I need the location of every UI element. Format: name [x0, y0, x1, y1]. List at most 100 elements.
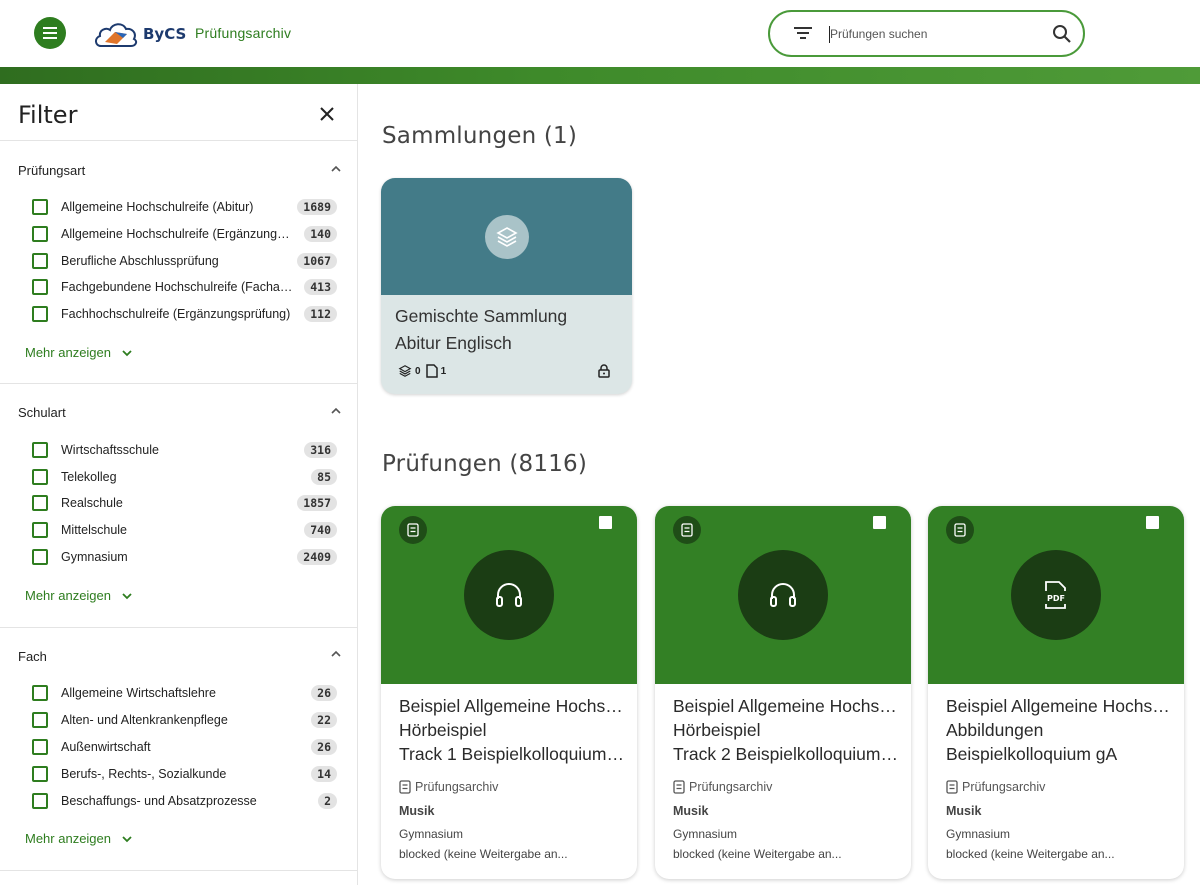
close-icon[interactable]: [317, 104, 337, 124]
cloud-logo-icon: [95, 23, 138, 47]
filter-option[interactable]: Wirtschaftsschule 316: [32, 440, 337, 460]
chevron-up-icon[interactable]: [330, 648, 342, 660]
filter-option[interactable]: Fachgebundene Hochschulreife (Fachabitur…: [32, 277, 337, 297]
show-more-button[interactable]: Mehr anzeigen: [25, 345, 133, 360]
option-label: Außenwirtschaft: [61, 740, 151, 754]
exams-heading: Prüfungen (8116): [382, 451, 588, 477]
section-title-fach[interactable]: Fach: [18, 649, 47, 664]
filter-option[interactable]: Beschaffungs- und Absatzprozesse 2: [32, 791, 337, 811]
exam-subject: Musik: [399, 804, 435, 818]
checkbox[interactable]: [32, 226, 48, 242]
collection-title-line1: Gemischte Sammlung: [395, 306, 568, 326]
filter-option[interactable]: Allgemeine Hochschulreife (Abitur) 1689: [32, 197, 337, 217]
show-more-button[interactable]: Mehr anzeigen: [25, 588, 133, 603]
divider: [0, 870, 357, 871]
collection-meta: 0 1: [398, 364, 451, 378]
source-label: Prüfungsarchiv: [689, 780, 773, 794]
exam-title-line2: Hörbeispiel: [399, 720, 487, 740]
option-label: Beschaffungs- und Absatzprozesse: [61, 794, 257, 808]
checkbox[interactable]: [32, 712, 48, 728]
show-more-button[interactable]: Mehr anzeigen: [25, 831, 133, 846]
app-name: Prüfungsarchiv: [195, 25, 292, 41]
divider: [0, 140, 357, 141]
checkbox[interactable]: [32, 253, 48, 269]
option-label: Alten- und Altenkrankenpflege: [61, 713, 228, 727]
section-title-schulart[interactable]: Schulart: [18, 405, 66, 420]
filter-option[interactable]: Fachhochschulreife (Ergänzungsprüfung) 11…: [32, 304, 337, 324]
collection-title-line2: Abitur Englisch: [395, 333, 512, 353]
divider: [0, 627, 357, 628]
bycs-logo[interactable]: ByCS: [93, 19, 186, 49]
select-checkbox[interactable]: [873, 516, 886, 529]
section-title-pruefungsart[interactable]: Prüfungsart: [18, 163, 85, 178]
checkbox[interactable]: [32, 766, 48, 782]
filter-title: Filter: [18, 101, 78, 129]
option-count: 26: [311, 685, 337, 701]
exam-title-line3: Track 1 Beispielkolloquium gA: [399, 744, 627, 764]
show-more-label: Mehr anzeigen: [25, 588, 111, 603]
divider: [0, 383, 357, 384]
filter-option[interactable]: Berufliche Abschlussprüfung 1067: [32, 251, 337, 271]
svg-text:PDF: PDF: [1047, 594, 1065, 603]
exam-card[interactable]: Beispiel Allgemeine Hochschulreife Hörbe…: [655, 506, 911, 879]
pdf-file-icon: PDF: [1011, 550, 1101, 640]
option-count: 1067: [297, 253, 337, 269]
option-count: 140: [304, 226, 337, 242]
menu-button[interactable]: [34, 17, 66, 49]
option-label: Mittelschule: [61, 523, 127, 537]
option-label: Berufliche Abschlussprüfung: [61, 254, 219, 268]
select-checkbox[interactable]: [599, 516, 612, 529]
exam-card-header: PDF: [928, 506, 1184, 684]
filter-option[interactable]: Allgemeine Hochschulreife (Ergänzungsprü…: [32, 224, 337, 244]
stack-icon: [398, 365, 412, 377]
checkbox[interactable]: [32, 739, 48, 755]
filter-option[interactable]: Gymnasium 2409: [32, 547, 337, 567]
exam-card[interactable]: Beispiel Allgemeine Hochschulreife Hörbe…: [381, 506, 637, 879]
checkbox[interactable]: [32, 522, 48, 538]
search-input[interactable]: [830, 24, 1030, 44]
search-icon[interactable]: [1052, 24, 1072, 44]
checkbox[interactable]: [32, 549, 48, 565]
filter-option[interactable]: Realschule 1857: [32, 493, 337, 513]
exam-license: blocked (keine Weitergabe an...: [946, 847, 1115, 861]
filter-option[interactable]: Mittelschule 740: [32, 520, 337, 540]
filter-option[interactable]: Außenwirtschaft 26: [32, 737, 337, 757]
option-label: Realschule: [61, 496, 123, 510]
select-checkbox[interactable]: [1146, 516, 1159, 529]
checkbox[interactable]: [32, 495, 48, 511]
option-count: 740: [304, 522, 337, 538]
checkbox[interactable]: [32, 442, 48, 458]
exam-title-line1: Beispiel Allgemeine Hochschulreife: [399, 696, 627, 716]
exam-title: Beispiel Allgemeine Hochschulreife Hörbe…: [673, 694, 901, 766]
collection-card-header: [381, 178, 632, 295]
headphones-icon: [464, 550, 554, 640]
exam-card-header: [655, 506, 911, 684]
option-count: 2: [318, 793, 337, 809]
exam-title-line3: Track 2 Beispielkolloquium gA: [673, 744, 901, 764]
exam-title-line2: Abbildungen: [946, 720, 1044, 740]
filter-option[interactable]: Berufs-, Rechts-, Sozialkunde 14: [32, 764, 337, 784]
filter-icon[interactable]: [794, 26, 812, 40]
show-more-label: Mehr anzeigen: [25, 345, 111, 360]
checkbox[interactable]: [32, 469, 48, 485]
show-more-label: Mehr anzeigen: [25, 831, 111, 846]
filter-option[interactable]: Alten- und Altenkrankenpflege 22: [32, 710, 337, 730]
option-count: 26: [311, 739, 337, 755]
checkbox[interactable]: [32, 279, 48, 295]
option-count: 112: [304, 306, 337, 322]
archive-icon: [946, 780, 958, 794]
chevron-up-icon[interactable]: [330, 163, 342, 175]
checkbox[interactable]: [32, 199, 48, 215]
archive-icon: [399, 780, 411, 794]
checkbox[interactable]: [32, 685, 48, 701]
exam-card[interactable]: PDF Beispiel Allgemeine Hochschulreife A…: [928, 506, 1184, 879]
checkbox[interactable]: [32, 793, 48, 809]
filter-option[interactable]: Allgemeine Wirtschaftslehre 26: [32, 683, 337, 703]
filter-option[interactable]: Telekolleg 85: [32, 467, 337, 487]
collection-card[interactable]: Gemischte Sammlung Abitur Englisch 0 1: [381, 178, 632, 394]
checkbox[interactable]: [32, 306, 48, 322]
chevron-up-icon[interactable]: [330, 405, 342, 417]
option-count: 85: [311, 469, 337, 485]
option-label: Fachhochschulreife (Ergänzungsprüfung): [61, 307, 291, 321]
files-count: 1: [440, 365, 447, 377]
